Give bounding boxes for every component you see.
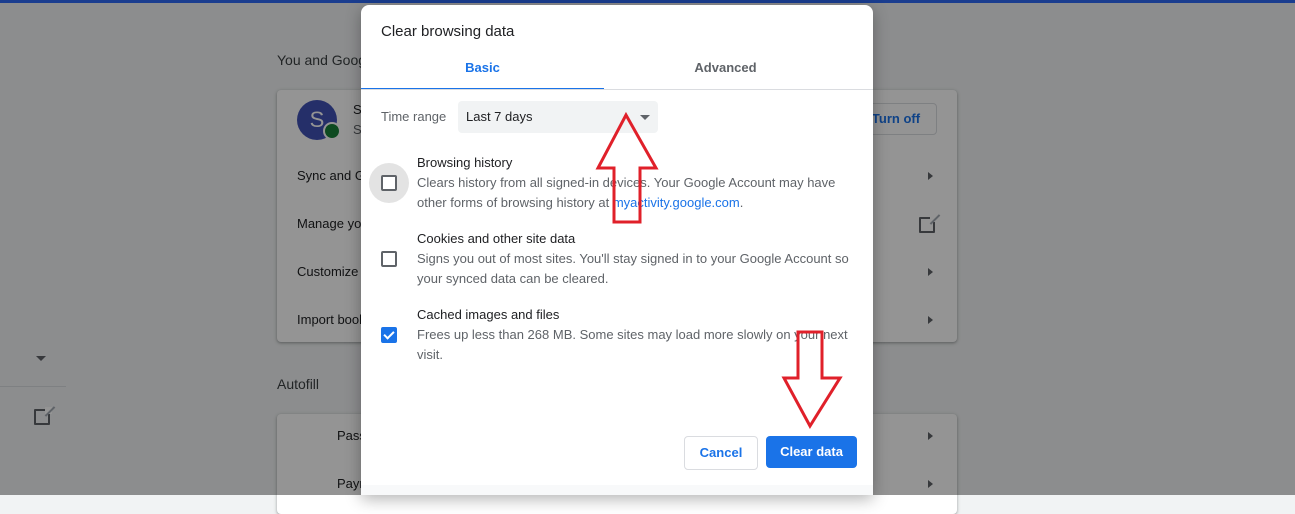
annotation-arrows (595, 111, 843, 429)
annotation-arrow-down (781, 330, 843, 429)
annotation-arrow-up (595, 111, 659, 224)
